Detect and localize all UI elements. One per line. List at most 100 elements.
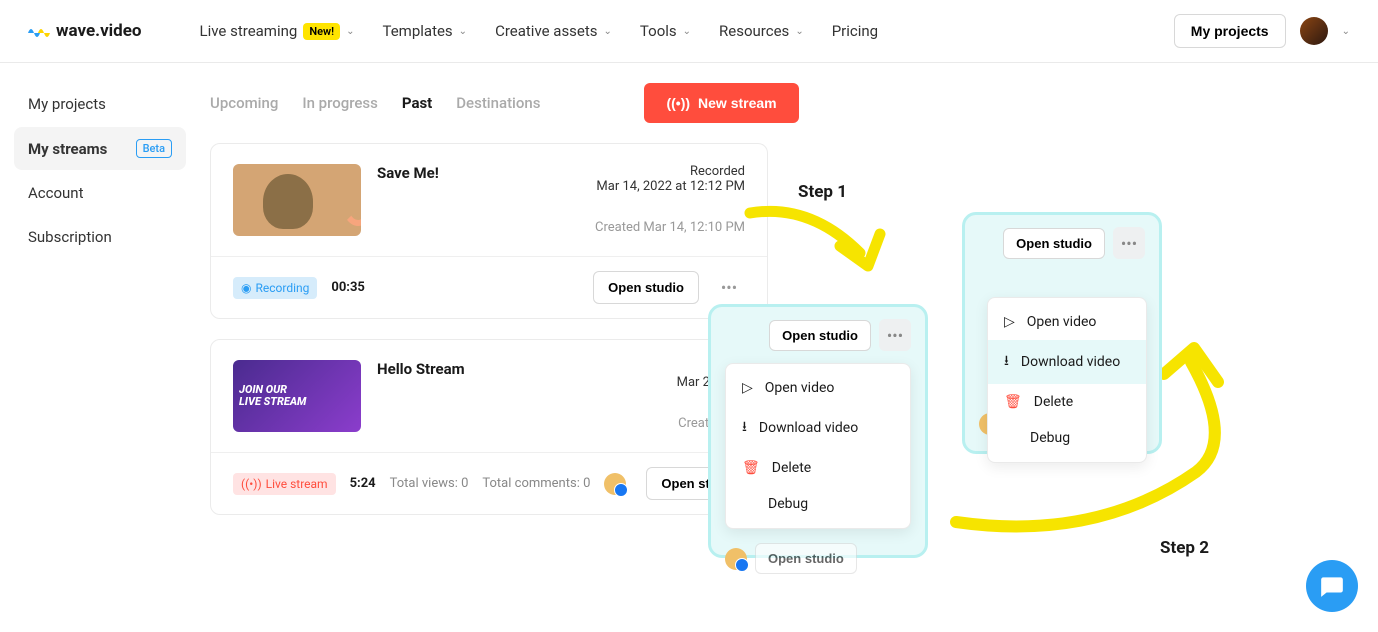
menu-item-open-video[interactable]: ▷ Open video bbox=[726, 370, 910, 406]
context-menu-popup-1: Open studio ••• ▷ Open video ⭳ Download … bbox=[708, 304, 928, 558]
more-button[interactable]: ••• bbox=[713, 272, 745, 304]
stream-thumbnail[interactable] bbox=[233, 164, 361, 236]
chevron-down-icon: ⌄ bbox=[604, 26, 612, 37]
menu-item-download-video[interactable]: ⭳ Download video bbox=[988, 340, 1146, 384]
facebook-destination-icon[interactable] bbox=[604, 473, 626, 495]
menu-label: Debug bbox=[768, 496, 808, 512]
nav-label: Tools bbox=[640, 22, 677, 40]
context-menu: ▷ Open video ⭳ Download video 🗑 Delete D… bbox=[987, 297, 1147, 463]
popup-header: Open studio ••• bbox=[725, 319, 911, 351]
stream-created: Created Mar 14, 12:10 PM bbox=[595, 220, 745, 235]
new-stream-button[interactable]: ((•)) New stream bbox=[644, 83, 798, 123]
chevron-down-icon: ⌄ bbox=[346, 26, 354, 37]
nav-label: Live streaming bbox=[200, 22, 298, 40]
chevron-down-icon: ⌄ bbox=[459, 26, 467, 37]
menu-item-debug[interactable]: Debug bbox=[726, 486, 910, 522]
open-studio-button[interactable]: Open studio bbox=[755, 543, 857, 574]
menu-label: Delete bbox=[772, 460, 811, 476]
card-top: Save Me! Recorded Mar 14, 2022 at 12:12 … bbox=[211, 144, 767, 256]
header-right: My projects ⌄ bbox=[1174, 14, 1350, 48]
sidebar-item-subscription[interactable]: Subscription bbox=[14, 216, 186, 258]
menu-item-open-video[interactable]: ▷ Open video bbox=[988, 304, 1146, 340]
chevron-down-icon[interactable]: ⌄ bbox=[1342, 26, 1350, 37]
nav-label: Creative assets bbox=[495, 22, 597, 40]
more-button[interactable]: ••• bbox=[1113, 227, 1145, 259]
nav-tools[interactable]: Tools ⌄ bbox=[640, 22, 691, 40]
dots-icon: ••• bbox=[887, 326, 903, 345]
beta-badge: Beta bbox=[136, 139, 172, 158]
more-button[interactable]: ••• bbox=[879, 319, 911, 351]
sidebar-item-my-streams[interactable]: My streams Beta bbox=[14, 127, 186, 170]
menu-label: Download video bbox=[759, 420, 858, 436]
stream-title: Save Me! bbox=[377, 164, 579, 182]
card-meta: Recorded Mar 14, 2022 at 12:12 PM Create… bbox=[595, 164, 745, 235]
step-1-label: Step 1 bbox=[798, 182, 847, 202]
user-avatar[interactable] bbox=[1300, 17, 1328, 45]
nav-pricing[interactable]: Pricing bbox=[832, 22, 878, 40]
thumb-text-line: LIVE STREAM bbox=[239, 396, 306, 408]
chat-support-button[interactable] bbox=[1306, 560, 1358, 612]
nav-live-streaming[interactable]: Live streaming New! ⌄ bbox=[200, 22, 355, 40]
sidebar: My projects My streams Beta Account Subs… bbox=[0, 63, 200, 535]
popup-header: Open studio ••• bbox=[979, 227, 1145, 259]
duration: 00:35 bbox=[331, 280, 365, 295]
trash-icon: 🗑 bbox=[1004, 394, 1022, 410]
facebook-destination-icon[interactable] bbox=[725, 548, 747, 570]
my-projects-button[interactable]: My projects bbox=[1174, 14, 1286, 48]
live-stream-badge: ((•)) Live stream bbox=[233, 473, 336, 495]
live-icon: ((•)) bbox=[241, 477, 262, 491]
open-studio-button[interactable]: Open studio bbox=[1003, 228, 1105, 259]
menu-item-download-video[interactable]: ⭳ Download video bbox=[726, 406, 910, 450]
main-area: My projects My streams Beta Account Subs… bbox=[0, 63, 1378, 535]
menu-item-delete[interactable]: 🗑 Delete bbox=[988, 384, 1146, 420]
nav-templates[interactable]: Templates ⌄ bbox=[383, 22, 468, 40]
stream-card: JOIN OUR LIVE STREAM Hello Stream St Mar… bbox=[210, 339, 768, 515]
tab-past[interactable]: Past bbox=[402, 94, 432, 112]
download-icon: ⭳ bbox=[1004, 350, 1009, 374]
stream-status: Recorded bbox=[595, 164, 745, 179]
stream-title: Hello Stream bbox=[377, 360, 661, 378]
menu-label: Open video bbox=[765, 380, 835, 396]
trash-icon: 🗑 bbox=[742, 460, 760, 476]
recording-badge: ◉ Recording bbox=[233, 277, 317, 299]
brand-logo[interactable]: wave.video bbox=[28, 21, 142, 41]
tab-upcoming[interactable]: Upcoming bbox=[210, 94, 278, 112]
tab-destinations[interactable]: Destinations bbox=[456, 94, 540, 112]
play-icon: ▷ bbox=[742, 380, 753, 396]
nav-label: Resources bbox=[719, 22, 789, 40]
open-studio-button[interactable]: Open studio bbox=[769, 320, 871, 351]
comments-stat: Total comments: 0 bbox=[482, 476, 590, 491]
chevron-down-icon: ⌄ bbox=[795, 26, 803, 37]
open-studio-button[interactable]: Open studio bbox=[593, 271, 699, 304]
menu-label: Delete bbox=[1034, 394, 1073, 410]
menu-item-debug[interactable]: Debug bbox=[988, 420, 1146, 456]
card-info: Hello Stream bbox=[377, 360, 661, 378]
dots-icon: ••• bbox=[1121, 234, 1137, 253]
sidebar-item-my-projects[interactable]: My projects bbox=[14, 83, 186, 125]
chevron-down-icon: ⌄ bbox=[683, 26, 691, 37]
card-top: JOIN OUR LIVE STREAM Hello Stream St Mar… bbox=[211, 340, 767, 452]
chat-icon bbox=[1319, 573, 1345, 599]
sidebar-item-account[interactable]: Account bbox=[14, 172, 186, 214]
nav-label: Pricing bbox=[832, 22, 878, 40]
card-bottom: ◉ Recording 00:35 Open studio ••• bbox=[211, 256, 767, 318]
new-badge: New! bbox=[303, 23, 340, 40]
top-header: wave.video Live streaming New! ⌄ Templat… bbox=[0, 0, 1378, 63]
play-icon: ▷ bbox=[1004, 314, 1015, 330]
stream-time: Mar 14, 2022 at 12:12 PM bbox=[595, 179, 745, 194]
popup-footer: Open studio bbox=[725, 543, 911, 574]
decoration-icon bbox=[341, 174, 361, 226]
menu-label: Open video bbox=[1027, 314, 1097, 330]
brand-text: wave.video bbox=[56, 21, 142, 41]
stream-thumbnail[interactable]: JOIN OUR LIVE STREAM bbox=[233, 360, 361, 432]
tab-in-progress[interactable]: In progress bbox=[302, 94, 378, 112]
nav-creative-assets[interactable]: Creative assets ⌄ bbox=[495, 22, 612, 40]
views-stat: Total views: 0 bbox=[390, 476, 469, 491]
nav-resources[interactable]: Resources ⌄ bbox=[719, 22, 804, 40]
menu-item-delete[interactable]: 🗑 Delete bbox=[726, 450, 910, 486]
card-bottom: ((•)) Live stream 5:24 Total views: 0 To… bbox=[211, 452, 767, 514]
broadcast-icon: ((•)) bbox=[666, 95, 690, 111]
badge-label: Live stream bbox=[266, 477, 328, 491]
download-icon: ⭳ bbox=[742, 416, 747, 440]
nav-label: Templates bbox=[383, 22, 453, 40]
